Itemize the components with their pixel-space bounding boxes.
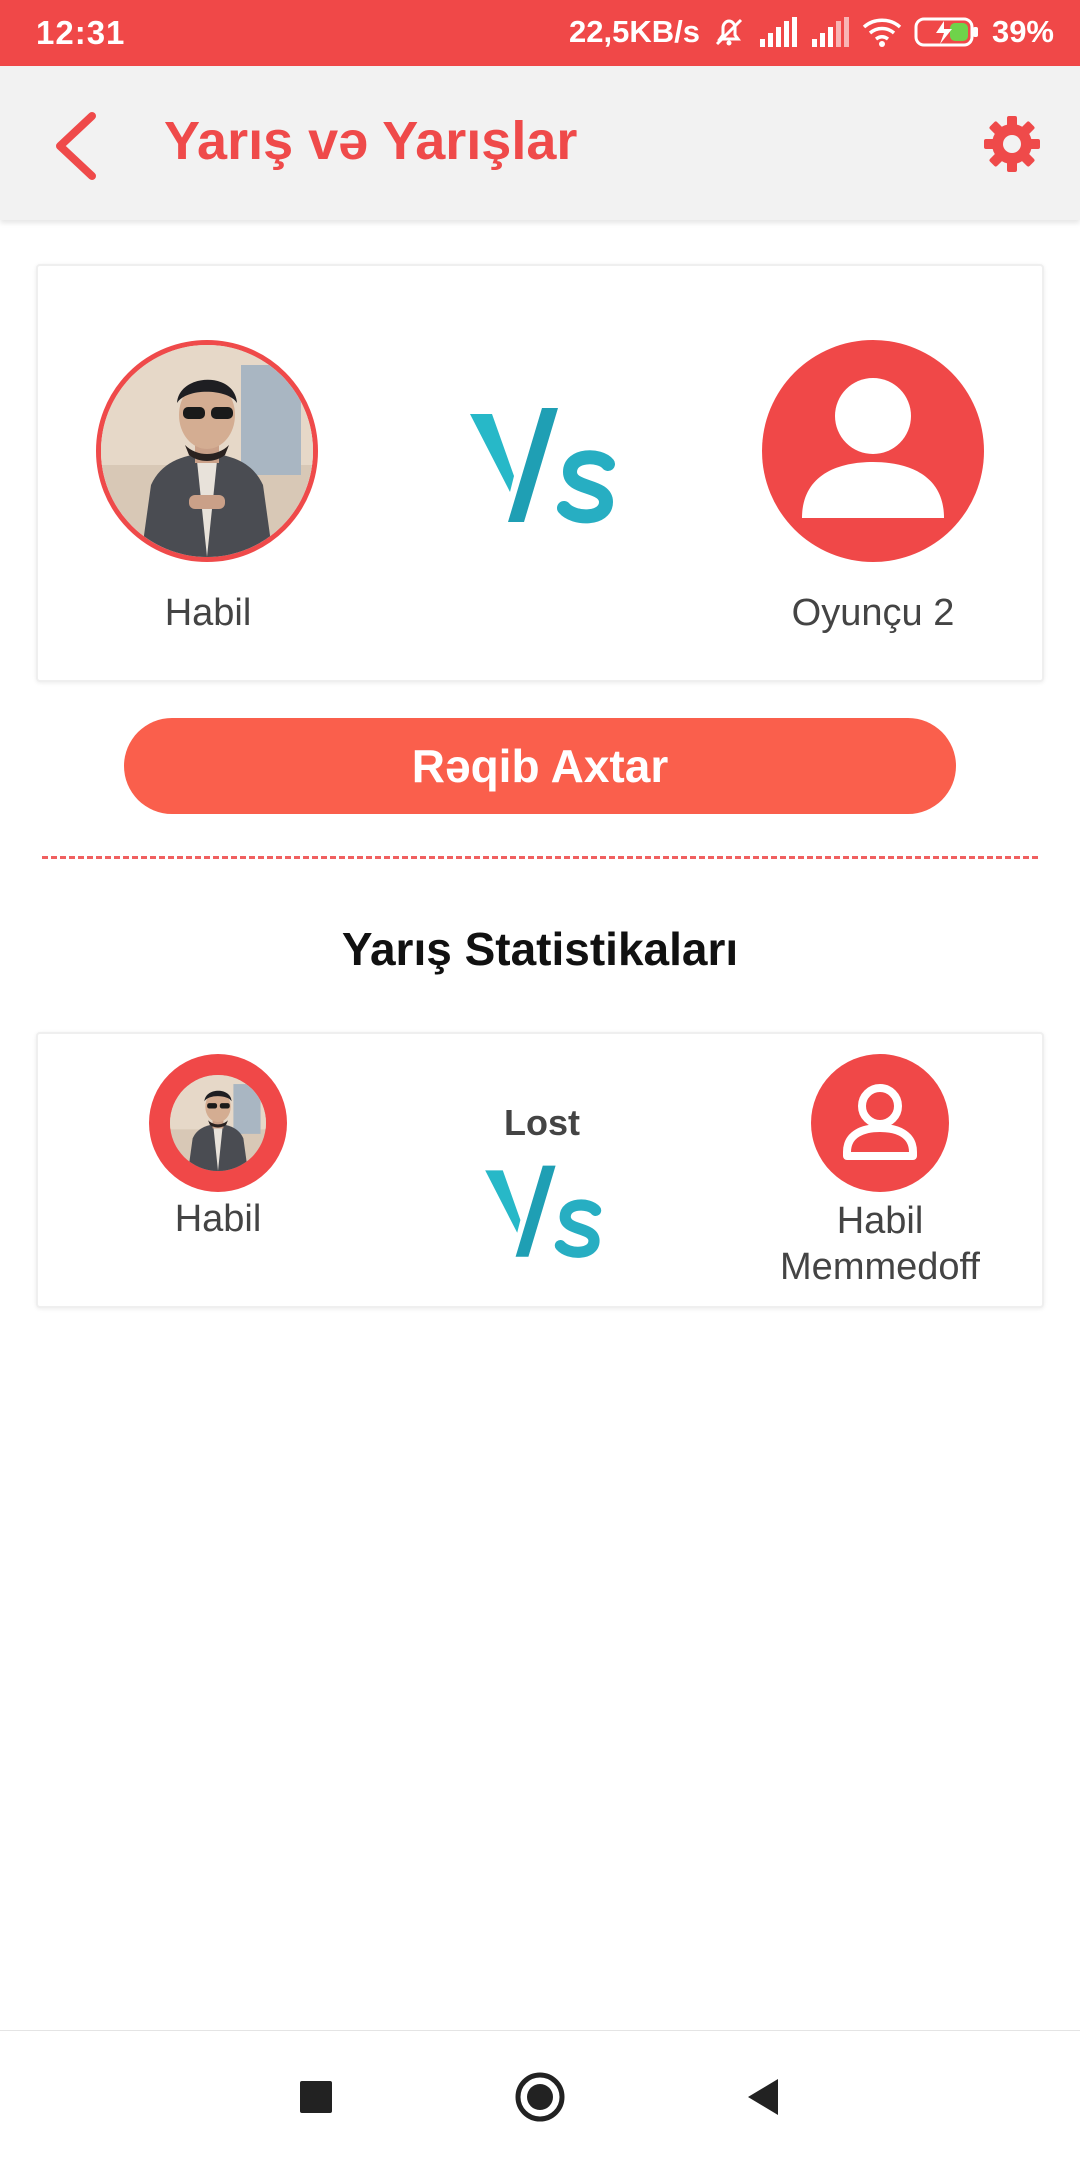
player-1-name: Habil xyxy=(164,592,252,634)
stat-player-1: Habil xyxy=(118,1054,318,1241)
recents-button[interactable] xyxy=(288,2069,344,2125)
square-icon xyxy=(300,2081,332,2113)
chevron-left-icon xyxy=(56,112,96,180)
stat-opponent: Habil Memmedoff xyxy=(750,1054,1010,1290)
battery-charging-icon xyxy=(914,17,978,47)
vs-logo-icon xyxy=(485,1165,602,1258)
player-1: Habil xyxy=(96,340,320,635)
nav-back-button[interactable] xyxy=(736,2069,792,2125)
search-opponent-button[interactable]: Rəqib Axtar xyxy=(124,718,956,814)
stat-card[interactable]: Habil Lost Habil Memmedoff xyxy=(36,1032,1044,1308)
user-photo-icon xyxy=(101,345,313,557)
signal-icon xyxy=(759,17,797,47)
circle-icon xyxy=(515,2072,565,2122)
match-card: Habil Oyunçu 2 xyxy=(36,264,1044,682)
status-icons: 22,5KB/s 39% xyxy=(569,12,1054,52)
stat-avatar-opponent xyxy=(811,1054,949,1192)
gear-icon xyxy=(984,116,1040,172)
page-title: Yarış və Yarışlar xyxy=(164,111,578,171)
triangle-back-icon xyxy=(748,2079,778,2115)
app-bar: Yarış və Yarışlar xyxy=(0,66,1080,220)
home-button[interactable] xyxy=(512,2069,568,2125)
player-2-name: Oyunçu 2 xyxy=(791,592,955,634)
signal-icon-2 xyxy=(811,17,849,47)
network-speed: 22,5KB/s xyxy=(568,14,700,49)
avatar-player-2[interactable] xyxy=(762,340,984,562)
battery-level: 39% xyxy=(991,14,1054,49)
dashed-divider xyxy=(42,856,1038,859)
vs-logo-icon xyxy=(470,408,615,524)
settings-button[interactable] xyxy=(980,112,1044,176)
status-time: 12:31 xyxy=(36,14,126,51)
alarm-off-icon xyxy=(715,18,743,46)
status-bar: 12:31 22,5KB/s 39% xyxy=(0,0,1080,66)
stat-player-1-name: Habil xyxy=(174,1198,262,1240)
avatar-player-1[interactable] xyxy=(96,340,318,562)
system-nav-bar xyxy=(0,2030,1080,2160)
user-placeholder-icon xyxy=(802,378,944,518)
user-outline-icon xyxy=(843,1084,917,1160)
stat-opponent-name: Habil Memmedoff xyxy=(780,1200,980,1288)
back-button[interactable] xyxy=(44,106,114,186)
player-2: Oyunçu 2 xyxy=(758,340,988,635)
stats-title: Yarış Statistikaları xyxy=(341,923,739,975)
wifi-icon xyxy=(862,18,902,47)
screen: 12:31 22,5KB/s 39% Yarış və Yarışlar Hab… xyxy=(0,0,1080,2160)
